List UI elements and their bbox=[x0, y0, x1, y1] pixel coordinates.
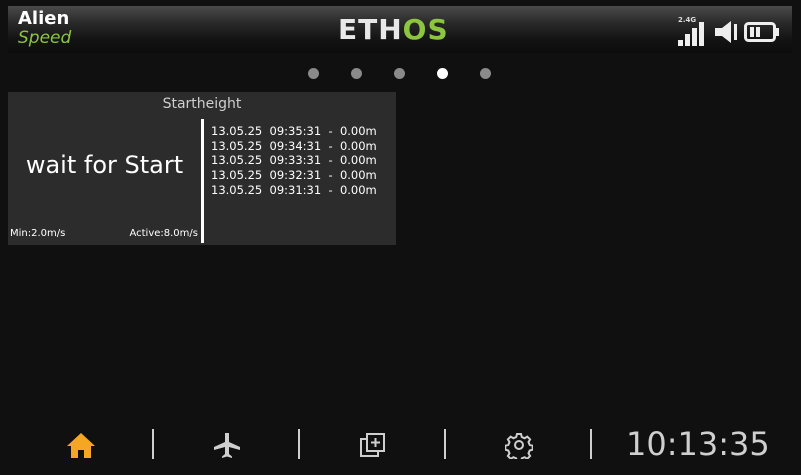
home-icon bbox=[67, 433, 95, 458]
page-dot[interactable] bbox=[351, 68, 362, 79]
start-log: 13.05.25 09:35:31 - 0.00m 13.05.25 09:34… bbox=[211, 124, 396, 198]
system-icon bbox=[360, 433, 385, 457]
log-entry: 13.05.25 09:32:31 - 0.00m bbox=[211, 168, 377, 183]
active-speed-label: Active:8.0m/s bbox=[129, 228, 198, 239]
nav-separator bbox=[152, 429, 154, 459]
log-entry: 13.05.25 09:35:31 - 0.00m bbox=[211, 124, 377, 138]
home-button[interactable] bbox=[64, 428, 98, 462]
model-button[interactable] bbox=[210, 428, 244, 462]
startheight-widget[interactable]: Startheight wait for Start Min:2.0m/s Ac… bbox=[8, 92, 396, 245]
status-icons: 2.4G bbox=[678, 14, 782, 46]
logo-right-text: OS bbox=[402, 13, 449, 46]
battery-icon[interactable] bbox=[744, 22, 780, 42]
widget-state: wait for Start bbox=[25, 151, 184, 179]
page-dot-active[interactable] bbox=[437, 68, 448, 79]
widget-divider bbox=[201, 119, 204, 243]
logo-left-text: ETH bbox=[338, 13, 403, 46]
ethos-logo: ETHOS bbox=[338, 14, 449, 46]
top-bar: Alien Speed ETHOS 2.4G bbox=[8, 6, 792, 53]
page-dot[interactable] bbox=[480, 68, 491, 79]
gear-icon bbox=[505, 433, 533, 459]
clock: 10:13:35 bbox=[626, 425, 770, 463]
system-button[interactable] bbox=[356, 428, 390, 462]
log-entry: 13.05.25 09:34:31 - 0.00m bbox=[211, 138, 377, 153]
speaker-icon[interactable] bbox=[714, 20, 740, 44]
nav-separator bbox=[444, 429, 446, 459]
bottom-nav: 10:13:35 bbox=[0, 420, 801, 468]
airplane-icon bbox=[214, 433, 240, 458]
min-speed-label: Min:2.0m/s bbox=[10, 228, 66, 239]
page-dot[interactable] bbox=[308, 68, 319, 79]
signal-bars-icon[interactable] bbox=[678, 22, 706, 46]
widget-title: Startheight bbox=[162, 96, 242, 112]
log-entry: 13.05.25 09:33:31 - 0.00m bbox=[211, 153, 377, 168]
settings-button[interactable] bbox=[502, 428, 536, 462]
nav-separator bbox=[590, 429, 592, 459]
page-dot[interactable] bbox=[394, 68, 405, 79]
model-subtitle: Speed bbox=[18, 28, 72, 48]
log-entry: 13.05.25 09:31:31 - 0.00m bbox=[211, 182, 377, 197]
model-name[interactable]: Alien bbox=[18, 9, 69, 29]
nav-separator bbox=[298, 429, 300, 459]
page-indicator bbox=[0, 68, 801, 80]
